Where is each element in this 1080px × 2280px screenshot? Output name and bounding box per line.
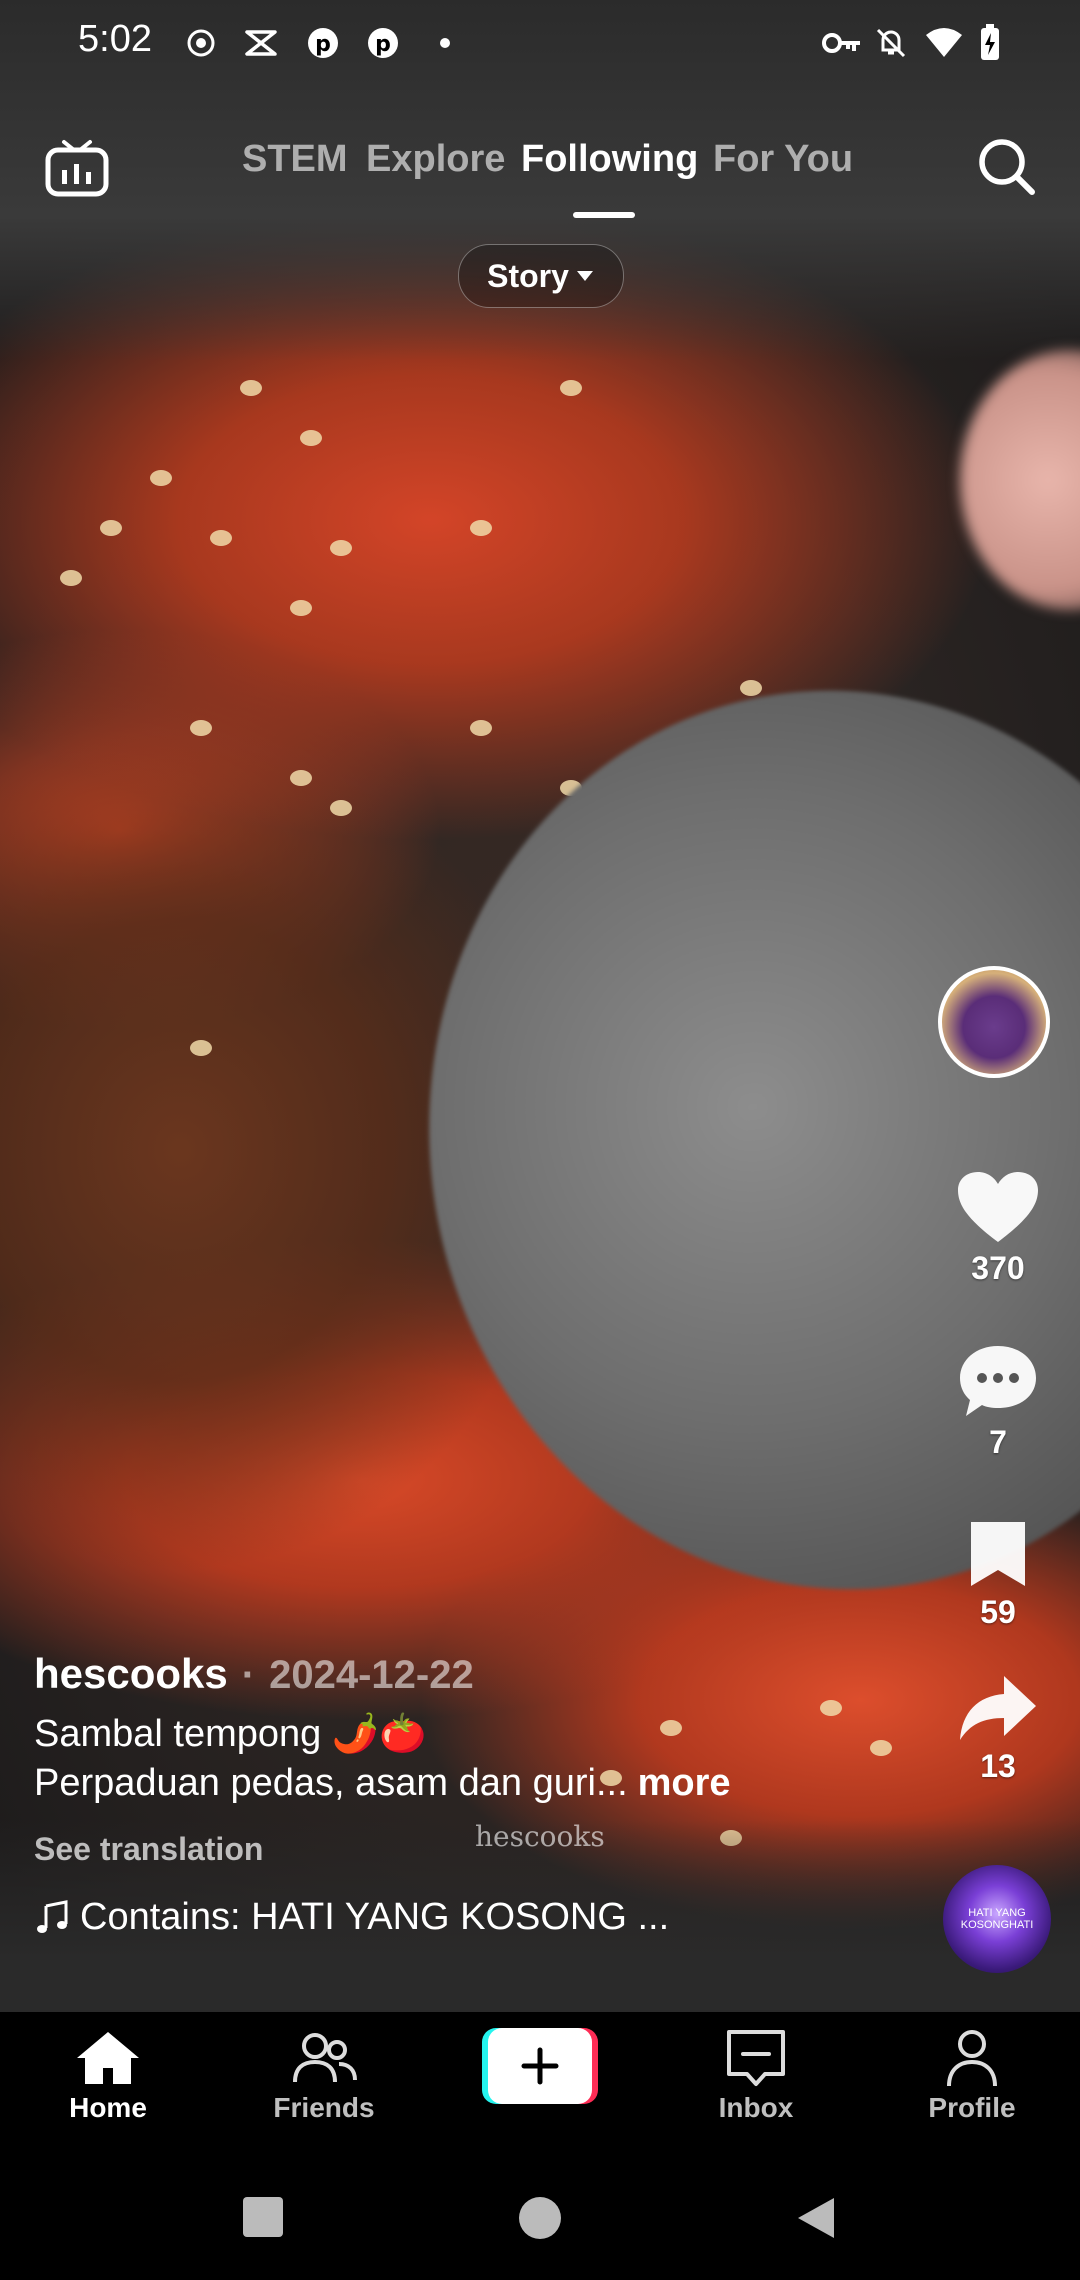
more-link[interactable]: more	[638, 1762, 731, 1804]
bottom-nav: Home Friends Inbox Profile	[0, 2012, 1080, 2152]
caption-title: Sambal tempong 🌶️🍅	[34, 1713, 427, 1755]
screen: hescooks 5:02 p p STEM Explore Following…	[0, 0, 1080, 2280]
nav-inbox[interactable]: Inbox	[676, 2028, 836, 2124]
back-button[interactable]	[796, 2196, 836, 2245]
like-count: 370	[971, 1250, 1025, 1286]
story-dropdown[interactable]: Story	[458, 244, 624, 308]
sound-link[interactable]: Contains: HATI YANG KOSONG ...	[34, 1896, 914, 1939]
search-button[interactable]	[970, 130, 1044, 204]
bookmark-icon	[971, 1522, 1025, 1586]
nav-home[interactable]: Home	[28, 2028, 188, 2124]
heart-icon	[958, 1172, 1038, 1242]
pestle	[371, 637, 1080, 1643]
search-icon	[979, 139, 1035, 195]
pinterest-icon: p	[366, 26, 400, 60]
nav-home-label: Home	[69, 2092, 147, 2123]
battery-charging-icon	[978, 24, 1002, 60]
record-icon	[184, 26, 218, 60]
recents-button[interactable]	[242, 2196, 284, 2243]
see-translation-link[interactable]: See translation	[34, 1831, 914, 1868]
status-bar: 5:02 p p	[0, 0, 1080, 84]
svg-text:p: p	[375, 32, 391, 57]
back-triangle-icon	[798, 2198, 834, 2238]
top-nav: STEM Explore Following For You	[0, 120, 1080, 230]
tab-for-you[interactable]: For You	[713, 138, 853, 181]
author-name[interactable]: hescooks	[34, 1650, 228, 1698]
nav-friends[interactable]: Friends	[244, 2028, 404, 2124]
nav-profile-label: Profile	[928, 2092, 1016, 2123]
author-line: hescooks · 2024-12-22	[34, 1650, 914, 1698]
inbox-icon	[727, 2030, 785, 2086]
share-count: 13	[980, 1748, 1016, 1784]
square-icon	[243, 2197, 283, 2237]
create-button[interactable]	[482, 2028, 598, 2104]
bookmark-button[interactable]: 59	[930, 1518, 1066, 1631]
share-button[interactable]: 13	[930, 1672, 1066, 1785]
caret-down-icon	[576, 271, 593, 281]
nav-profile[interactable]: Profile	[892, 2028, 1052, 2124]
circle-icon	[519, 2197, 561, 2239]
comment-icon	[960, 1346, 1036, 1416]
creator-avatar[interactable]	[938, 966, 1050, 1078]
mute-bell-icon	[874, 26, 908, 60]
story-label: Story	[487, 257, 569, 294]
tab-following[interactable]: Following	[521, 138, 698, 181]
profile-icon	[947, 2030, 997, 2087]
active-tab-indicator	[573, 212, 635, 218]
friends-icon	[293, 2033, 357, 2083]
home-system-button[interactable]	[518, 2196, 562, 2245]
separator: ·	[241, 1653, 256, 1697]
nav-inbox-label: Inbox	[718, 2092, 794, 2123]
comment-button[interactable]: 7	[930, 1342, 1066, 1461]
music-disc[interactable]: HATI YANG KOSONGHATI	[943, 1865, 1051, 1973]
sound-title: Contains: HATI YANG KOSONG ...	[80, 1896, 670, 1938]
bookmark-count: 59	[980, 1594, 1016, 1630]
status-time: 5:02	[78, 18, 152, 60]
caption-description[interactable]: Perpaduan pedas, asam dan guri... more	[34, 1762, 914, 1805]
nav-friends-label: Friends	[273, 2092, 375, 2123]
hand	[960, 350, 1080, 610]
plus-icon	[521, 2047, 559, 2085]
music-disc-text: HATI YANG KOSONGHATI	[960, 1907, 1034, 1931]
home-icon	[77, 2032, 139, 2084]
comment-count: 7	[989, 1424, 1007, 1460]
capcut-icon	[244, 26, 278, 60]
tv-icon	[45, 140, 109, 197]
pinterest-icon: p	[306, 26, 340, 60]
system-nav-bar	[0, 2152, 1080, 2280]
caption-description-text: Perpaduan pedas, asam dan guri...	[34, 1762, 628, 1804]
post-date: 2024-12-22	[269, 1653, 474, 1697]
music-note-icon	[37, 1899, 68, 1933]
caption-area: hescooks · 2024-12-22 Sambal tempong 🌶️🍅…	[34, 1650, 914, 1939]
tab-explore[interactable]: Explore	[366, 138, 505, 181]
like-button[interactable]: 370	[930, 1170, 1066, 1287]
wifi-icon	[924, 26, 964, 60]
share-arrow-icon	[960, 1676, 1036, 1740]
vpn-key-icon	[822, 26, 862, 60]
tab-stem[interactable]: STEM	[242, 138, 348, 181]
svg-text:p: p	[315, 32, 331, 57]
dot-icon	[428, 26, 462, 60]
live-tv-button[interactable]	[42, 132, 112, 202]
